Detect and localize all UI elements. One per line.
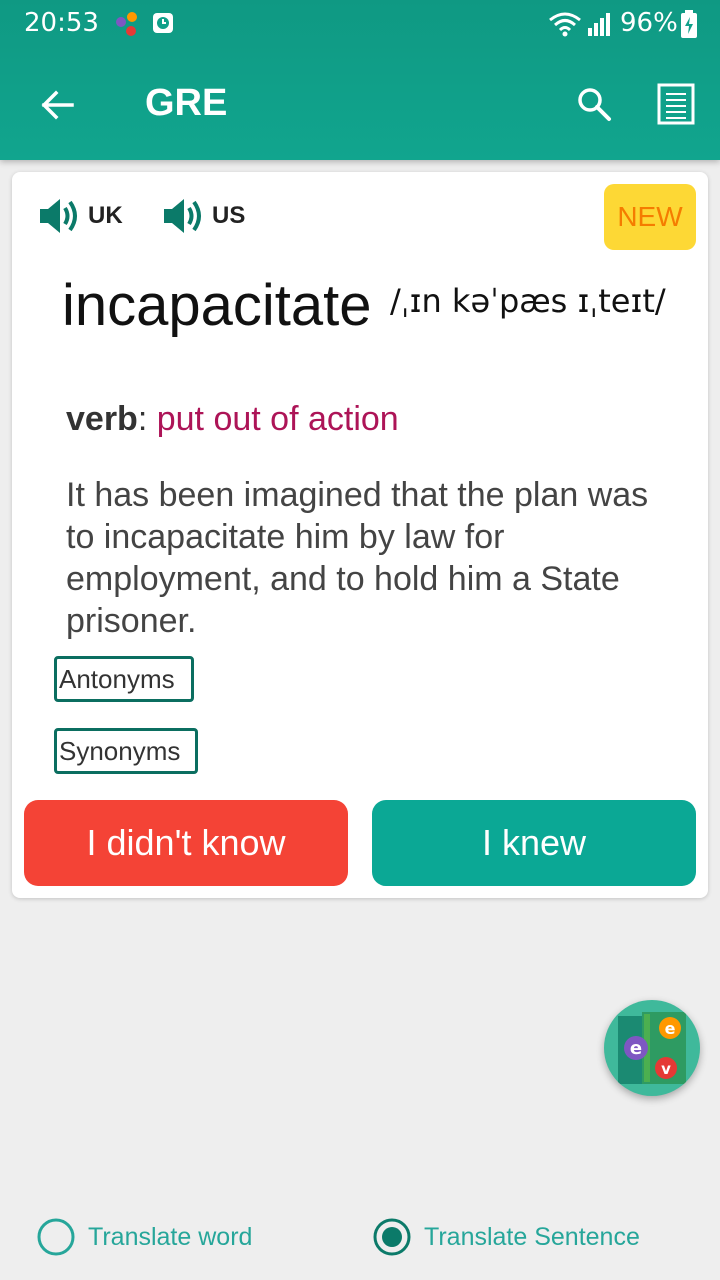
new-badge: NEW [604,184,696,250]
part-of-speech: verb [66,400,138,438]
example-sentence: It has been imagined that the plan was t… [66,476,649,640]
list-icon[interactable] [656,82,696,126]
definition: verb: put out of action [66,400,399,439]
battery-percentage: 96% [620,8,678,38]
translate-word-label: Translate word [88,1222,253,1251]
status-bar: 20:53 96% [0,0,720,50]
notification-app-icon [116,12,137,36]
back-arrow-icon[interactable] [36,84,78,126]
speaker-icon [164,199,201,233]
definition-meaning: put out of action [156,400,399,438]
synonyms-button[interactable]: Synonyms [54,728,198,774]
app-logo-fab[interactable]: e e v [604,1000,700,1096]
definition-colon: : [137,400,157,438]
audio-uk-button[interactable]: UK [38,194,123,238]
radio-unchecked-icon [37,1218,75,1256]
status-time: 20:53 [24,8,99,38]
page-title: GRE [145,82,228,124]
translate-word-option[interactable]: Translate word [36,1216,252,1258]
radio-checked-icon [373,1218,411,1256]
battery-charging-icon [681,10,697,38]
wifi-icon [549,12,581,37]
app-logo-icon: e e v [618,1012,686,1084]
word-phonetic: /ˌɪn kəˈpæs ɪˌteɪt/ [390,282,666,320]
audio-uk-label: UK [88,202,123,229]
clock-notification-icon [153,13,173,33]
audio-us-label: US [212,202,246,229]
word-headword: incapacitate [62,273,372,338]
speaker-icon [40,199,77,233]
svg-text:e: e [665,1019,676,1038]
knew-button[interactable]: I knew [372,800,696,886]
app-bar: 20:53 96% GRE [0,0,720,160]
translate-sentence-option[interactable]: Translate Sentence [372,1216,640,1258]
search-icon[interactable] [574,84,614,124]
word-card: UK US NEW incapacitate /ˌɪn kəˈpæs ɪˌteɪ… [12,172,708,898]
svg-text:e: e [630,1038,642,1059]
signal-icon [588,13,610,36]
antonyms-button[interactable]: Antonyms [54,656,194,702]
translate-sentence-label: Translate Sentence [424,1222,640,1251]
svg-text:v: v [661,1060,671,1078]
audio-us-button[interactable]: US [162,194,245,238]
didnt-know-button[interactable]: I didn't know [24,800,348,886]
